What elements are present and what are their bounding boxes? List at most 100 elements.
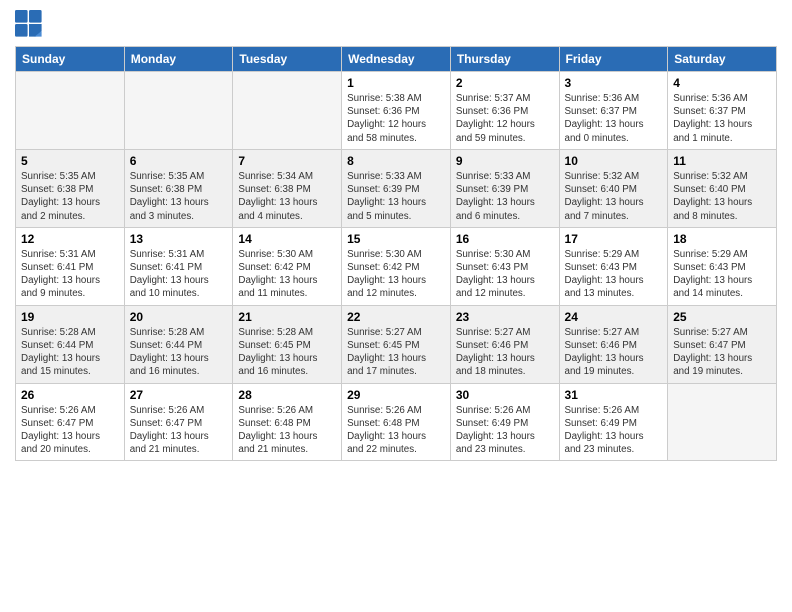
calendar-cell bbox=[124, 72, 233, 150]
day-header-tuesday: Tuesday bbox=[233, 47, 342, 72]
day-header-monday: Monday bbox=[124, 47, 233, 72]
day-number: 8 bbox=[347, 154, 445, 168]
day-number: 27 bbox=[130, 388, 228, 402]
day-number: 22 bbox=[347, 310, 445, 324]
day-info: Sunrise: 5:28 AM Sunset: 6:45 PM Dayligh… bbox=[238, 326, 336, 379]
calendar-cell: 9 Sunrise: 5:33 AM Sunset: 6:39 PM Daylig… bbox=[450, 149, 559, 227]
day-number: 29 bbox=[347, 388, 445, 402]
calendar-cell: 3 Sunrise: 5:36 AM Sunset: 6:37 PM Daylig… bbox=[559, 72, 668, 150]
calendar-week-row: 19Sunrise: 5:28 AM Sunset: 6:44 PM Dayli… bbox=[16, 305, 777, 383]
day-info: Sunrise: 5:30 AM Sunset: 6:43 PM Dayligh… bbox=[456, 248, 554, 301]
calendar-cell: 13 Sunrise: 5:31 AM Sunset: 6:41 PM Dayli… bbox=[124, 227, 233, 305]
calendar-week-row: 1 Sunrise: 5:38 AM Sunset: 6:36 PM Daylig… bbox=[16, 72, 777, 150]
day-number: 3 bbox=[565, 76, 663, 90]
day-number: 13 bbox=[130, 232, 228, 246]
day-number: 19 bbox=[21, 310, 119, 324]
calendar-cell: 19Sunrise: 5:28 AM Sunset: 6:44 PM Dayli… bbox=[16, 305, 125, 383]
calendar-cell: 15 Sunrise: 5:30 AM Sunset: 6:42 PM Dayli… bbox=[342, 227, 451, 305]
calendar-cell: 4 Sunrise: 5:36 AM Sunset: 6:37 PM Daylig… bbox=[668, 72, 777, 150]
calendar-cell: 31 Sunrise: 5:26 AM Sunset: 6:49 PM Dayli… bbox=[559, 383, 668, 461]
day-number: 23 bbox=[456, 310, 554, 324]
day-info: Sunrise: 5:32 AM Sunset: 6:40 PM Dayligh… bbox=[673, 170, 771, 223]
calendar-cell: 26 Sunrise: 5:26 AM Sunset: 6:47 PM Dayli… bbox=[16, 383, 125, 461]
day-info: Sunrise: 5:26 AM Sunset: 6:48 PM Dayligh… bbox=[347, 404, 445, 457]
day-header-thursday: Thursday bbox=[450, 47, 559, 72]
day-info: Sunrise: 5:30 AM Sunset: 6:42 PM Dayligh… bbox=[347, 248, 445, 301]
day-number: 9 bbox=[456, 154, 554, 168]
day-number: 4 bbox=[673, 76, 771, 90]
calendar-cell: 11 Sunrise: 5:32 AM Sunset: 6:40 PM Dayli… bbox=[668, 149, 777, 227]
day-info: Sunrise: 5:38 AM Sunset: 6:36 PM Dayligh… bbox=[347, 92, 445, 145]
day-number: 18 bbox=[673, 232, 771, 246]
calendar-cell bbox=[16, 72, 125, 150]
day-number: 5 bbox=[21, 154, 119, 168]
day-info: Sunrise: 5:26 AM Sunset: 6:48 PM Dayligh… bbox=[238, 404, 336, 457]
day-info: Sunrise: 5:27 AM Sunset: 6:46 PM Dayligh… bbox=[565, 326, 663, 379]
day-info: Sunrise: 5:29 AM Sunset: 6:43 PM Dayligh… bbox=[673, 248, 771, 301]
logo-icon bbox=[15, 10, 43, 38]
calendar-cell: 28Sunrise: 5:26 AM Sunset: 6:48 PM Dayli… bbox=[233, 383, 342, 461]
calendar-cell: 23 Sunrise: 5:27 AM Sunset: 6:46 PM Dayli… bbox=[450, 305, 559, 383]
calendar-cell: 20Sunrise: 5:28 AM Sunset: 6:44 PM Dayli… bbox=[124, 305, 233, 383]
calendar-cell: 27 Sunrise: 5:26 AM Sunset: 6:47 PM Dayli… bbox=[124, 383, 233, 461]
day-info: Sunrise: 5:33 AM Sunset: 6:39 PM Dayligh… bbox=[456, 170, 554, 223]
calendar-cell: 8Sunrise: 5:33 AM Sunset: 6:39 PM Daylig… bbox=[342, 149, 451, 227]
calendar-cell: 12 Sunrise: 5:31 AM Sunset: 6:41 PM Dayli… bbox=[16, 227, 125, 305]
calendar-cell bbox=[233, 72, 342, 150]
day-number: 25 bbox=[673, 310, 771, 324]
day-number: 7 bbox=[238, 154, 336, 168]
day-number: 24 bbox=[565, 310, 663, 324]
calendar-header-row: SundayMondayTuesdayWednesdayThursdayFrid… bbox=[16, 47, 777, 72]
calendar-cell: 2 Sunrise: 5:37 AM Sunset: 6:36 PM Daylig… bbox=[450, 72, 559, 150]
calendar-cell: 30Sunrise: 5:26 AM Sunset: 6:49 PM Dayli… bbox=[450, 383, 559, 461]
day-info: Sunrise: 5:36 AM Sunset: 6:37 PM Dayligh… bbox=[565, 92, 663, 145]
day-info: Sunrise: 5:26 AM Sunset: 6:49 PM Dayligh… bbox=[565, 404, 663, 457]
day-number: 14 bbox=[238, 232, 336, 246]
logo bbox=[15, 10, 45, 38]
day-number: 31 bbox=[565, 388, 663, 402]
day-info: Sunrise: 5:29 AM Sunset: 6:43 PM Dayligh… bbox=[565, 248, 663, 301]
day-number: 20 bbox=[130, 310, 228, 324]
calendar-cell: 18 Sunrise: 5:29 AM Sunset: 6:43 PM Dayli… bbox=[668, 227, 777, 305]
calendar-cell: 16Sunrise: 5:30 AM Sunset: 6:43 PM Dayli… bbox=[450, 227, 559, 305]
calendar-cell: 21 Sunrise: 5:28 AM Sunset: 6:45 PM Dayli… bbox=[233, 305, 342, 383]
day-number: 17 bbox=[565, 232, 663, 246]
calendar-cell: 24 Sunrise: 5:27 AM Sunset: 6:46 PM Dayli… bbox=[559, 305, 668, 383]
calendar-cell: 29 Sunrise: 5:26 AM Sunset: 6:48 PM Dayli… bbox=[342, 383, 451, 461]
calendar-cell: 17 Sunrise: 5:29 AM Sunset: 6:43 PM Dayli… bbox=[559, 227, 668, 305]
day-info: Sunrise: 5:37 AM Sunset: 6:36 PM Dayligh… bbox=[456, 92, 554, 145]
day-info: Sunrise: 5:27 AM Sunset: 6:47 PM Dayligh… bbox=[673, 326, 771, 379]
calendar-cell: 10 Sunrise: 5:32 AM Sunset: 6:40 PM Dayli… bbox=[559, 149, 668, 227]
day-number: 12 bbox=[21, 232, 119, 246]
calendar-cell: 6 Sunrise: 5:35 AM Sunset: 6:38 PM Daylig… bbox=[124, 149, 233, 227]
calendar-cell: 5Sunrise: 5:35 AM Sunset: 6:38 PM Daylig… bbox=[16, 149, 125, 227]
day-number: 6 bbox=[130, 154, 228, 168]
day-info: Sunrise: 5:36 AM Sunset: 6:37 PM Dayligh… bbox=[673, 92, 771, 145]
day-info: Sunrise: 5:27 AM Sunset: 6:45 PM Dayligh… bbox=[347, 326, 445, 379]
day-number: 21 bbox=[238, 310, 336, 324]
calendar-cell: 14 Sunrise: 5:30 AM Sunset: 6:42 PM Dayli… bbox=[233, 227, 342, 305]
calendar-cell: 7Sunrise: 5:34 AM Sunset: 6:38 PM Daylig… bbox=[233, 149, 342, 227]
calendar-cell: 22 Sunrise: 5:27 AM Sunset: 6:45 PM Dayli… bbox=[342, 305, 451, 383]
calendar-week-row: 5 Sunrise: 5:35 AM Sunset: 6:38 PM Daylig… bbox=[16, 149, 777, 227]
day-info: Sunrise: 5:31 AM Sunset: 6:41 PM Dayligh… bbox=[130, 248, 228, 301]
day-info: Sunrise: 5:27 AM Sunset: 6:46 PM Dayligh… bbox=[456, 326, 554, 379]
day-info: Sunrise: 5:26 AM Sunset: 6:47 PM Dayligh… bbox=[130, 404, 228, 457]
calendar-week-row: 26 Sunrise: 5:26 AM Sunset: 6:47 PM Dayli… bbox=[16, 383, 777, 461]
day-number: 2 bbox=[456, 76, 554, 90]
day-header-friday: Friday bbox=[559, 47, 668, 72]
day-number: 10 bbox=[565, 154, 663, 168]
day-info: Sunrise: 5:26 AM Sunset: 6:49 PM Dayligh… bbox=[456, 404, 554, 457]
day-number: 11 bbox=[673, 154, 771, 168]
day-info: Sunrise: 5:30 AM Sunset: 6:42 PM Dayligh… bbox=[238, 248, 336, 301]
day-header-saturday: Saturday bbox=[668, 47, 777, 72]
day-number: 26 bbox=[21, 388, 119, 402]
day-number: 15 bbox=[347, 232, 445, 246]
page-header bbox=[15, 10, 777, 38]
day-info: Sunrise: 5:35 AM Sunset: 6:38 PM Dayligh… bbox=[130, 170, 228, 223]
day-info: Sunrise: 5:32 AM Sunset: 6:40 PM Dayligh… bbox=[565, 170, 663, 223]
calendar-table: SundayMondayTuesdayWednesdayThursdayFrid… bbox=[15, 46, 777, 461]
day-info: Sunrise: 5:26 AM Sunset: 6:47 PM Dayligh… bbox=[21, 404, 119, 457]
day-info: Sunrise: 5:31 AM Sunset: 6:41 PM Dayligh… bbox=[21, 248, 119, 301]
day-number: 1 bbox=[347, 76, 445, 90]
